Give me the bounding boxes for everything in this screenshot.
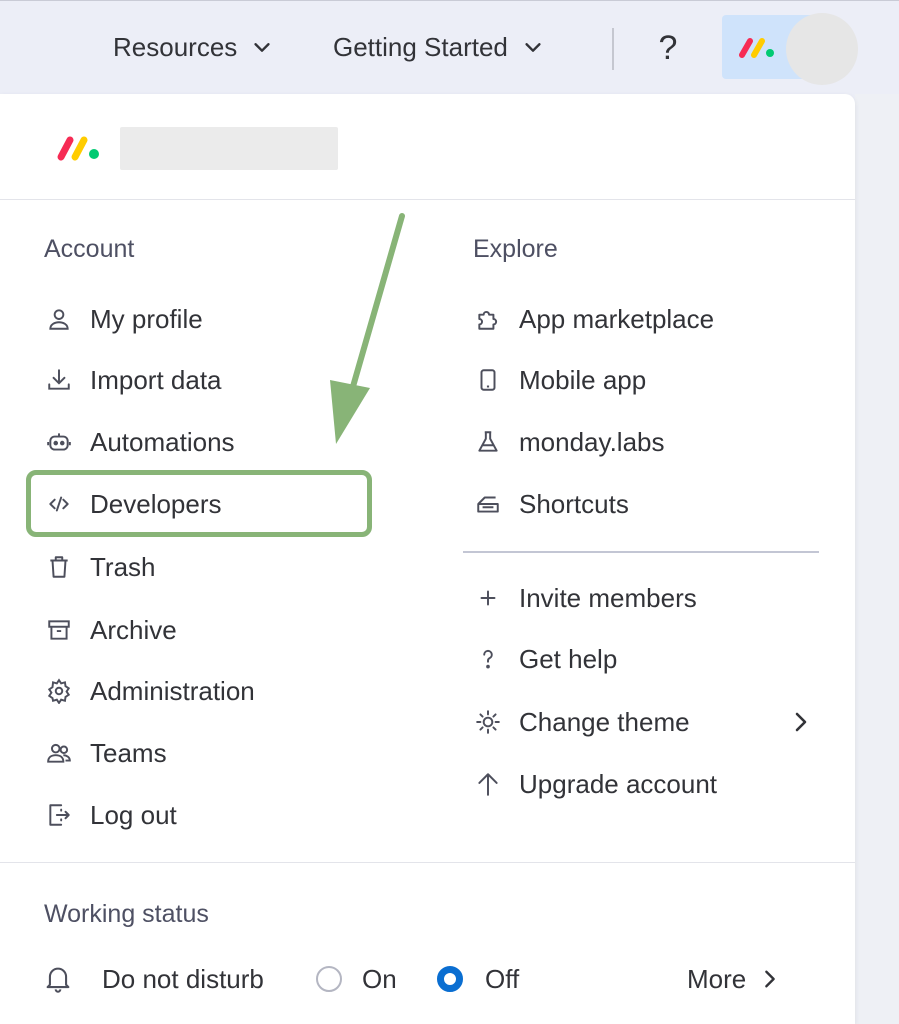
menu-item-upgrade-account[interactable]: Upgrade account — [473, 759, 717, 809]
flask-icon — [473, 427, 503, 457]
chevron-right-icon — [765, 970, 776, 988]
question-icon: ? — [658, 28, 678, 67]
menu-item-invite-members[interactable]: Invite members — [473, 573, 697, 623]
menu-item-archive[interactable]: Archive — [44, 605, 177, 655]
avatar[interactable] — [786, 13, 858, 85]
account-name-redacted — [120, 127, 338, 170]
menu-item-label: Invite members — [519, 582, 697, 613]
arrow-up-icon — [473, 769, 503, 799]
menu-item-import-data[interactable]: Import data — [44, 355, 222, 405]
radio-on[interactable] — [316, 966, 342, 992]
menu-item-label: Get help — [519, 643, 618, 674]
plus-icon — [473, 583, 503, 613]
menu-item-label: My profile — [90, 303, 203, 334]
archive-icon — [44, 615, 74, 645]
gear-icon — [44, 676, 74, 706]
account-dropdown: Account My profile Import data Automatio… — [0, 94, 855, 1024]
sun-icon — [473, 707, 503, 737]
menu-item-my-profile[interactable]: My profile — [44, 294, 203, 344]
annotation-arrow — [330, 213, 405, 444]
menu-item-teams[interactable]: Teams — [44, 728, 167, 778]
chevron-down-icon — [525, 43, 541, 52]
menu-item-get-help[interactable]: Get help — [473, 634, 617, 684]
menu-item-shortcuts[interactable]: Shortcuts — [473, 479, 629, 529]
menu-item-app-marketplace[interactable]: App marketplace — [473, 294, 714, 344]
radio-off[interactable] — [437, 966, 463, 992]
keyboard-icon — [473, 489, 503, 519]
robot-icon — [44, 427, 74, 457]
getting-started-label: Getting Started — [333, 31, 508, 62]
puzzle-icon — [473, 304, 503, 334]
more-label: More — [687, 963, 747, 994]
monday-logo-icon — [57, 136, 99, 161]
menu-item-automations[interactable]: Automations — [44, 417, 235, 467]
background-area — [855, 94, 899, 1024]
menu-item-label: Change theme — [519, 706, 690, 737]
chevron-right-icon — [795, 712, 807, 732]
menu-item-label: Shortcuts — [519, 488, 629, 519]
trash-icon — [44, 552, 74, 582]
menu-item-label: App marketplace — [519, 303, 715, 334]
menu-item-label: monday.labs — [519, 426, 665, 457]
menu-item-label: Teams — [90, 737, 167, 768]
mobile-icon — [473, 365, 503, 395]
account-header — [0, 94, 855, 200]
chevron-down-icon — [254, 43, 270, 52]
menu-item-trash[interactable]: Trash — [44, 542, 156, 592]
resources-menu[interactable]: Resources — [113, 27, 273, 67]
getting-started-menu[interactable]: Getting Started — [333, 27, 544, 67]
logout-icon — [44, 800, 74, 830]
explore-section-title: Explore — [473, 235, 558, 263]
top-bar: Resources Getting Started ? — [0, 0, 899, 94]
status-divider — [0, 862, 855, 863]
resources-label: Resources — [113, 31, 238, 62]
menu-item-label: Mobile app — [519, 364, 647, 395]
menu-item-label: Log out — [90, 799, 177, 830]
account-section-title: Account — [44, 235, 135, 263]
do-not-disturb-label: Do not disturb — [102, 964, 264, 994]
person-icon — [44, 304, 74, 334]
more-status-button[interactable]: More — [687, 954, 780, 1004]
menu-item-label: Archive — [90, 614, 177, 645]
help-button[interactable]: ? — [650, 23, 686, 73]
bell-icon — [46, 967, 70, 993]
menu-item-change-theme[interactable]: Change theme — [473, 697, 690, 747]
download-icon — [44, 365, 74, 395]
menu-item-label: Trash — [90, 551, 156, 582]
radio-off-label: Off — [485, 964, 520, 994]
menu-item-label: Import data — [90, 364, 222, 395]
menu-item-label: Automations — [90, 426, 235, 457]
menu-item-label: Upgrade account — [519, 768, 718, 799]
menu-item-mobile-app[interactable]: Mobile app — [473, 355, 646, 405]
radio-on-label: On — [362, 964, 397, 994]
question-icon — [473, 644, 503, 674]
monday-logo-icon — [739, 38, 774, 58]
menu-item-log-out[interactable]: Log out — [44, 790, 177, 840]
developers-highlight — [26, 470, 372, 537]
menu-item-label: Administration — [90, 675, 255, 706]
menu-item-monday-labs[interactable]: monday.labs — [473, 417, 665, 467]
nav-divider — [612, 28, 614, 70]
menu-item-administration[interactable]: Administration — [44, 666, 255, 716]
explore-divider — [463, 551, 819, 553]
teams-icon — [44, 738, 74, 768]
working-status-title: Working status — [44, 900, 209, 928]
